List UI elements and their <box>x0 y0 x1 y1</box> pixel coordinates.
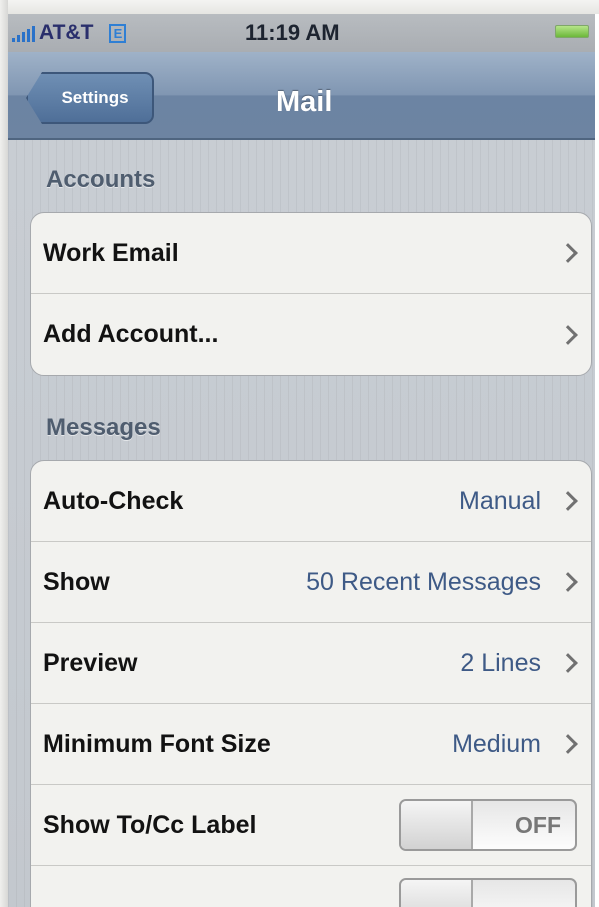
add-account-row[interactable]: Add Account... <box>31 294 591 375</box>
status-bar: AT&T E 11:19 AM <box>8 14 595 52</box>
row-label: Add Account... <box>43 320 219 348</box>
toggle-knob <box>401 880 473 907</box>
row-value: Medium <box>452 729 541 758</box>
partial-next-row[interactable] <box>31 866 591 907</box>
row-label: Show To/Cc Label <box>43 810 257 839</box>
chevron-right-icon <box>558 491 578 511</box>
show-to-cc-toggle[interactable]: OFF <box>399 799 577 851</box>
photo-edge-left <box>0 0 8 907</box>
signal-bars-icon <box>12 24 35 42</box>
back-button-label: Settings <box>61 88 129 107</box>
row-label: Preview <box>43 648 138 677</box>
row-label: Auto-Check <box>43 486 184 515</box>
toggle-knob <box>401 801 473 849</box>
partial-toggle[interactable] <box>399 878 577 907</box>
messages-group: Auto-Check Manual Show 50 Recent Message… <box>30 460 592 907</box>
section-header-accounts: Accounts <box>46 166 156 193</box>
chevron-right-icon <box>558 572 578 592</box>
chevron-right-icon <box>558 653 578 673</box>
accounts-group: Work Email Add Account... <box>30 212 592 376</box>
minimum-font-size-row[interactable]: Minimum Font Size Medium <box>31 704 591 785</box>
show-to-cc-label-row: Show To/Cc Label OFF <box>31 785 591 866</box>
row-label: Work Email <box>43 238 179 267</box>
preview-row[interactable]: Preview 2 Lines <box>31 623 591 704</box>
toggle-state-label: OFF <box>515 812 561 838</box>
page-title: Mail <box>276 86 333 118</box>
row-value: Manual <box>459 486 541 515</box>
chevron-right-icon <box>558 734 578 754</box>
chevron-right-icon <box>558 243 578 263</box>
row-label: Show <box>43 567 110 596</box>
phone-screen: AT&T E 11:19 AM Settings Mail Accounts W… <box>8 14 595 907</box>
row-label: Minimum Font Size <box>43 729 271 758</box>
section-header-messages: Messages <box>46 414 161 441</box>
auto-check-row[interactable]: Auto-Check Manual <box>31 461 591 542</box>
edge-network-icon: E <box>109 23 127 43</box>
show-messages-row[interactable]: Show 50 Recent Messages <box>31 542 591 623</box>
carrier-name: AT&T <box>39 21 94 44</box>
photo-edge-top <box>0 0 599 14</box>
battery-full-icon <box>555 25 589 38</box>
settings-back-button[interactable]: Settings <box>26 72 154 124</box>
chevron-right-icon <box>558 324 578 345</box>
row-value: 2 Lines <box>460 648 541 677</box>
account-row-work-email[interactable]: Work Email <box>31 213 591 294</box>
row-value: 50 Recent Messages <box>306 567 541 596</box>
status-time: 11:19 AM <box>245 20 340 45</box>
navigation-bar: Settings Mail <box>8 52 595 140</box>
